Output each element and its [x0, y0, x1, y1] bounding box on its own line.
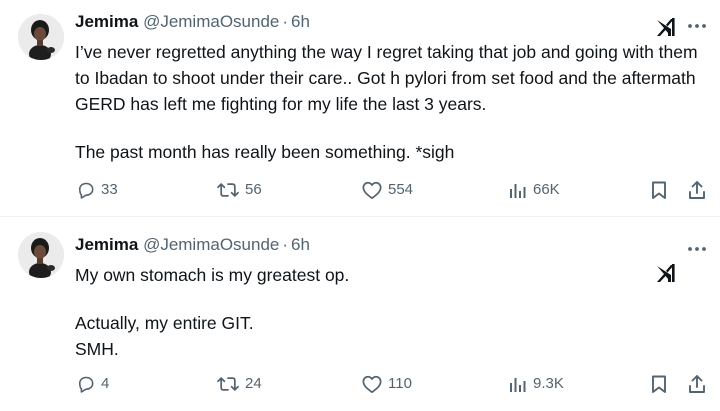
views-icon [510, 378, 526, 392]
action-bar: 4 24 110 9.3K [0, 371, 720, 397]
share-icon [689, 181, 705, 199]
tweet-paragraph: SMH. [75, 339, 119, 359]
tweet-header: Jemima @JemimaOsunde · 6h [75, 235, 310, 255]
tweet-feed: Jemima @JemimaOsunde · 6h I’ve never regre… [0, 0, 720, 411]
repost-button[interactable]: 24 [216, 371, 262, 397]
tweet-paragraph: I’ve never regretted anything the way I … [75, 42, 698, 114]
author-handle[interactable]: @JemimaOsunde [143, 12, 279, 31]
tweet[interactable]: Jemima @JemimaOsunde · 6h My own stomach i… [0, 217, 720, 411]
share-icon [689, 375, 705, 393]
author-name[interactable]: Jemima [75, 235, 138, 254]
repost-button[interactable]: 56 [216, 177, 262, 203]
like-icon [362, 375, 382, 394]
like-count: 554 [388, 181, 414, 198]
repost-count: 24 [245, 375, 262, 392]
avatar-image [18, 232, 64, 278]
separator-dot: · [282, 12, 289, 31]
like-button[interactable]: 554 [361, 177, 413, 203]
like-button[interactable]: 110 [361, 371, 412, 397]
avatar[interactable] [18, 232, 64, 278]
views-button[interactable]: 9.3K [508, 371, 564, 397]
bookmark-button[interactable] [650, 177, 668, 203]
reply-count: 4 [101, 375, 110, 392]
views-button[interactable]: 66K [508, 177, 560, 203]
avatar[interactable] [18, 14, 64, 60]
like-count: 110 [388, 375, 412, 392]
bookmark-button[interactable] [650, 371, 668, 397]
repost-count: 56 [245, 181, 262, 198]
timestamp[interactable]: 6h [291, 12, 310, 31]
tweet-paragraph: My own stomach is my greatest op. [75, 265, 350, 285]
tweet-text: My own stomach is my greatest op. Actual… [75, 262, 705, 362]
bookmark-icon [652, 181, 666, 199]
reply-count: 33 [101, 181, 118, 198]
more-icon[interactable] [686, 16, 708, 36]
like-icon [362, 181, 382, 200]
reply-button[interactable]: 4 [76, 371, 109, 397]
views-icon [510, 184, 526, 198]
timestamp[interactable]: 6h [291, 235, 310, 254]
bookmark-icon [652, 375, 666, 393]
reply-button[interactable]: 33 [76, 177, 118, 203]
separator-dot: · [282, 235, 289, 254]
grok-xai-icon[interactable] [653, 15, 677, 39]
tweet[interactable]: Jemima @JemimaOsunde · 6h I’ve never regre… [0, 0, 720, 216]
action-bar: 33 56 554 66K [0, 177, 720, 203]
reply-icon [78, 182, 94, 199]
views-count: 66K [533, 181, 560, 198]
reply-icon [78, 376, 94, 393]
author-handle[interactable]: @JemimaOsunde [143, 235, 279, 254]
tweet-text: I’ve never regretted anything the way I … [75, 39, 705, 165]
repost-icon [217, 183, 239, 197]
tweet-paragraph: Actually, my entire GIT. [75, 313, 254, 333]
tweet-paragraph: The past month has really been something… [75, 142, 455, 162]
share-button[interactable] [687, 177, 707, 203]
tweet-header: Jemima @JemimaOsunde · 6h [75, 12, 310, 32]
repost-icon [217, 377, 239, 391]
author-name[interactable]: Jemima [75, 12, 138, 31]
views-count: 9.3K [533, 375, 564, 392]
share-button[interactable] [687, 371, 707, 397]
avatar-image [18, 14, 64, 60]
more-icon[interactable] [686, 239, 708, 259]
